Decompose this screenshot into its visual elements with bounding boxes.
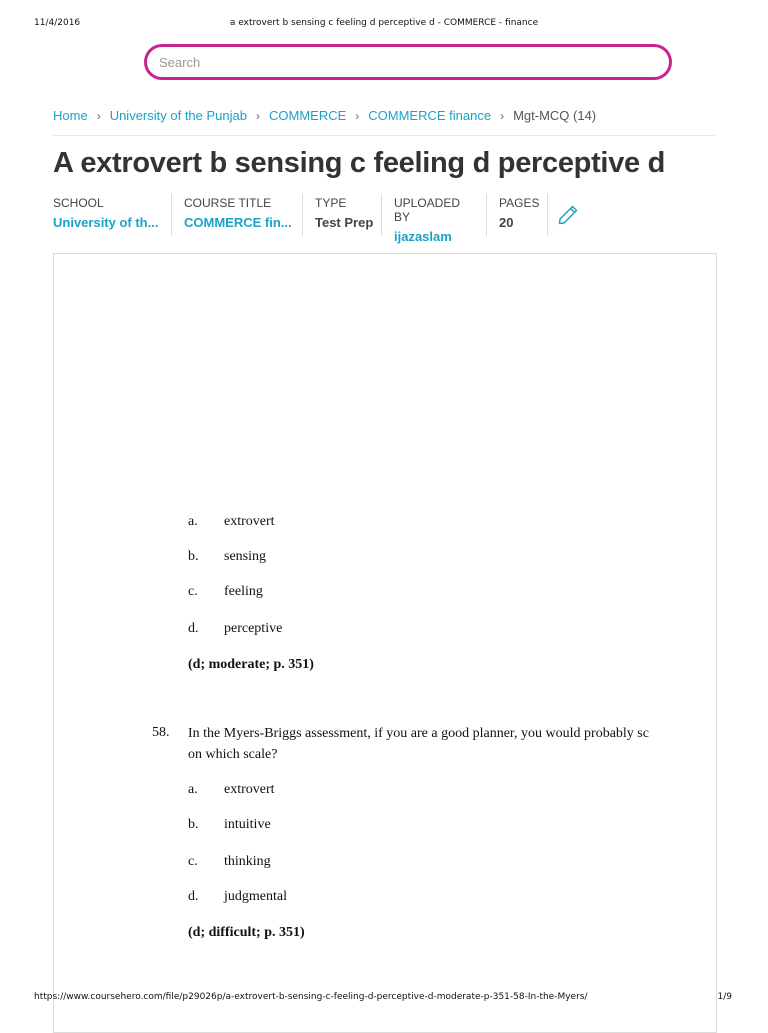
chevron-right-icon: › — [500, 108, 505, 123]
option-text: extrovert — [224, 514, 275, 529]
pencil-icon — [558, 205, 578, 225]
meta-type-value: Test Prep — [315, 215, 374, 230]
breadcrumb-course[interactable]: COMMERCE finance — [368, 108, 491, 123]
option-letter: c. — [188, 854, 198, 869]
option-letter: a. — [188, 514, 198, 529]
option-text: extrovert — [224, 782, 275, 797]
meta-course-link[interactable]: COMMERCE fin... — [184, 215, 292, 230]
meta-uploader: UPLOADED BY ijazaslam — [381, 194, 486, 244]
chevron-right-icon: › — [255, 108, 260, 123]
option-text: thinking — [224, 854, 271, 869]
meta-school-link[interactable]: University of th... — [53, 215, 159, 230]
search-bar[interactable] — [144, 44, 672, 80]
breadcrumb-department[interactable]: COMMERCE — [269, 108, 346, 123]
meta-uploader-link[interactable]: ijazaslam — [394, 229, 474, 244]
option-text: judgmental — [224, 889, 287, 904]
print-header-date: 11/4/2016 — [34, 18, 81, 28]
breadcrumb-current: Mgt-MCQ (14) — [513, 108, 597, 123]
q58-answer: (d; difficult; p. 351) — [188, 925, 305, 940]
q58-option-d: d. judgmental — [188, 889, 287, 905]
divider — [53, 135, 715, 136]
q57-option-d: d. perceptive — [188, 621, 282, 637]
chevron-right-icon: › — [96, 108, 101, 123]
q57-option-c: c. feeling — [188, 584, 263, 600]
search-input[interactable] — [157, 53, 669, 71]
breadcrumb-school[interactable]: University of the Punjab — [110, 108, 247, 123]
meta-pages-value: 20 — [499, 215, 514, 230]
document-preview: a. extrovert b. sensing c. feeling d. percep… — [53, 253, 717, 1033]
print-footer-page: 1/9 — [717, 992, 732, 1002]
print-header-title: a extrovert b sensing c feeling d percep… — [229, 18, 539, 28]
q58-text-line2: on which scale? — [188, 747, 278, 762]
option-letter: c. — [188, 584, 198, 599]
q58-option-a: a. extrovert — [188, 782, 275, 798]
option-letter: d. — [188, 889, 199, 904]
option-letter: b. — [188, 817, 199, 832]
q57-option-b: b. sensing — [188, 549, 266, 565]
meta-type-label: TYPE — [315, 196, 347, 210]
q57-answer: (d; moderate; p. 351) — [188, 657, 314, 672]
option-text: perceptive — [224, 621, 283, 636]
meta-school: SCHOOL University of th... — [53, 194, 171, 236]
print-footer-url: https://www.coursehero.com/file/p29026p/… — [34, 992, 588, 1002]
option-text: intuitive — [224, 817, 271, 832]
meta-school-label: SCHOOL — [53, 196, 104, 210]
option-text: sensing — [224, 549, 266, 564]
option-letter: a. — [188, 782, 198, 797]
meta-pages: PAGES 20 — [486, 194, 547, 236]
option-letter: b. — [188, 549, 199, 564]
breadcrumb-home[interactable]: Home — [53, 108, 88, 123]
q58-option-b: b. intuitive — [188, 817, 271, 833]
meta-type: TYPE Test Prep — [302, 194, 381, 236]
chevron-right-icon: › — [355, 108, 360, 123]
q58-text-line1: In the Myers-Briggs assessment, if you a… — [188, 726, 649, 741]
meta-pages-label: PAGES — [499, 196, 540, 210]
meta-course: COURSE TITLE COMMERCE fin... — [171, 194, 302, 236]
q57-option-a: a. extrovert — [188, 514, 275, 530]
breadcrumb: Home › University of the Punjab › COMMER… — [53, 108, 596, 123]
option-text: feeling — [224, 584, 263, 599]
q58-text: In the Myers-Briggs assessment, if you a… — [188, 723, 716, 765]
q58-number: 58. — [152, 725, 170, 740]
document-meta: SCHOOL University of th... COURSE TITLE … — [53, 194, 588, 244]
meta-course-label: COURSE TITLE — [184, 196, 272, 210]
option-letter: d. — [188, 621, 199, 636]
page-title: A extrovert b sensing c feeling d percep… — [53, 147, 666, 179]
meta-uploader-label: UPLOADED BY — [394, 196, 461, 224]
q58-option-c: c. thinking — [188, 854, 271, 870]
edit-button[interactable] — [547, 194, 588, 236]
